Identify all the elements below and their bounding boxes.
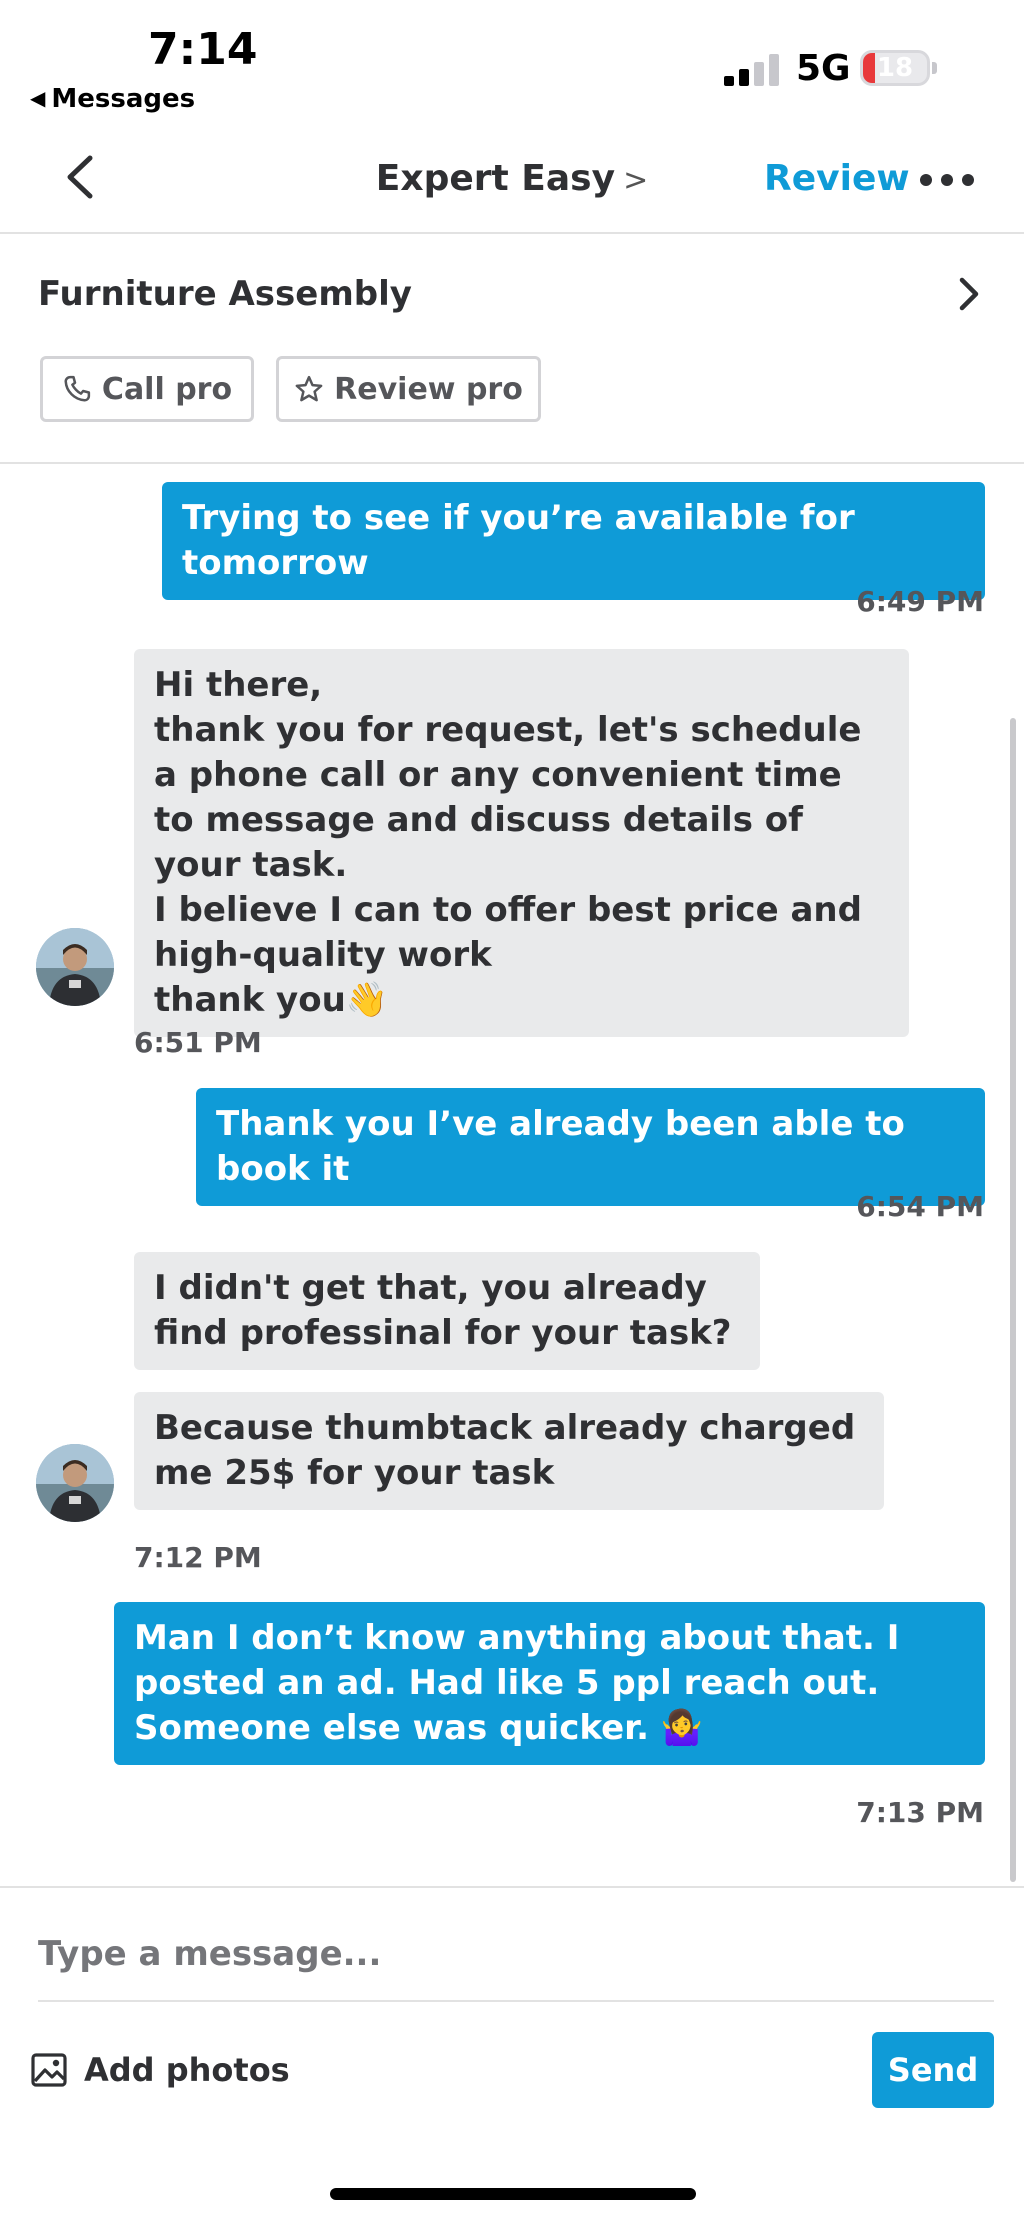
message-timestamp: 6:54 PM: [856, 1190, 984, 1223]
message-incoming: Hi there, thank you for request, let's s…: [134, 649, 909, 1037]
chevron-right-icon: >: [623, 163, 649, 198]
person-icon: [36, 1444, 114, 1522]
message-timestamp: 7:12 PM: [134, 1541, 262, 1574]
back-triangle-icon: ◀: [30, 86, 46, 110]
message-timestamp: 6:51 PM: [134, 1026, 262, 1059]
send-button[interactable]: Send: [872, 2032, 994, 2108]
message-outgoing: Trying to see if you’re available for to…: [162, 482, 985, 600]
review-link[interactable]: Review: [764, 158, 910, 199]
divider: [0, 1886, 1024, 1888]
chevron-right-icon[interactable]: [954, 274, 984, 314]
divider: [0, 462, 1024, 464]
battery-nub: [932, 62, 937, 74]
message-outgoing: Man I don’t know anything about that. I …: [114, 1602, 985, 1765]
call-pro-button[interactable]: Call pro: [40, 356, 254, 422]
person-icon: [36, 928, 114, 1006]
message-outgoing: Thank you I’ve already been able to book…: [196, 1088, 985, 1206]
message-input[interactable]: [38, 1914, 988, 1994]
network-type: 5G: [796, 48, 851, 89]
star-icon: [295, 375, 323, 402]
review-pro-label: Review pro: [334, 371, 523, 407]
review-pro-button[interactable]: Review pro: [276, 356, 541, 422]
message-incoming: Because thumbtack already charged me 25$…: [134, 1392, 884, 1510]
call-pro-label: Call pro: [101, 371, 233, 407]
back-app-label: Messages: [51, 84, 196, 114]
battery-percent: 18: [876, 53, 914, 83]
pro-name: Expert Easy: [375, 158, 616, 199]
input-underline: [38, 2000, 994, 2002]
message-incoming: I didn't get that, you already find prof…: [134, 1252, 760, 1370]
phone-icon: [64, 375, 91, 402]
status-time: 7:14: [148, 24, 258, 75]
back-to-messages-link[interactable]: ◀ Messages: [30, 84, 195, 114]
pro-avatar[interactable]: [36, 928, 114, 1006]
image-icon: [31, 2053, 67, 2087]
message-timestamp: 7:13 PM: [856, 1796, 984, 1829]
home-indicator[interactable]: [330, 2188, 696, 2200]
more-options-icon[interactable]: [920, 174, 974, 188]
cellular-signal-icon: [724, 54, 780, 86]
battery-icon: 18: [860, 50, 930, 86]
messages-screen: 7:14 ◀ Messages 5G 18 Expert Easy > Review…: [0, 0, 1024, 2219]
message-timestamp: 6:49 PM: [856, 585, 984, 618]
divider: [0, 232, 1024, 234]
add-photos-button[interactable]: Add photos: [30, 2046, 290, 2094]
add-photos-label: Add photos: [84, 2051, 290, 2089]
project-title[interactable]: Furniture Assembly: [38, 274, 412, 314]
scrollbar[interactable]: [1010, 718, 1016, 1882]
pro-avatar[interactable]: [36, 1444, 114, 1522]
